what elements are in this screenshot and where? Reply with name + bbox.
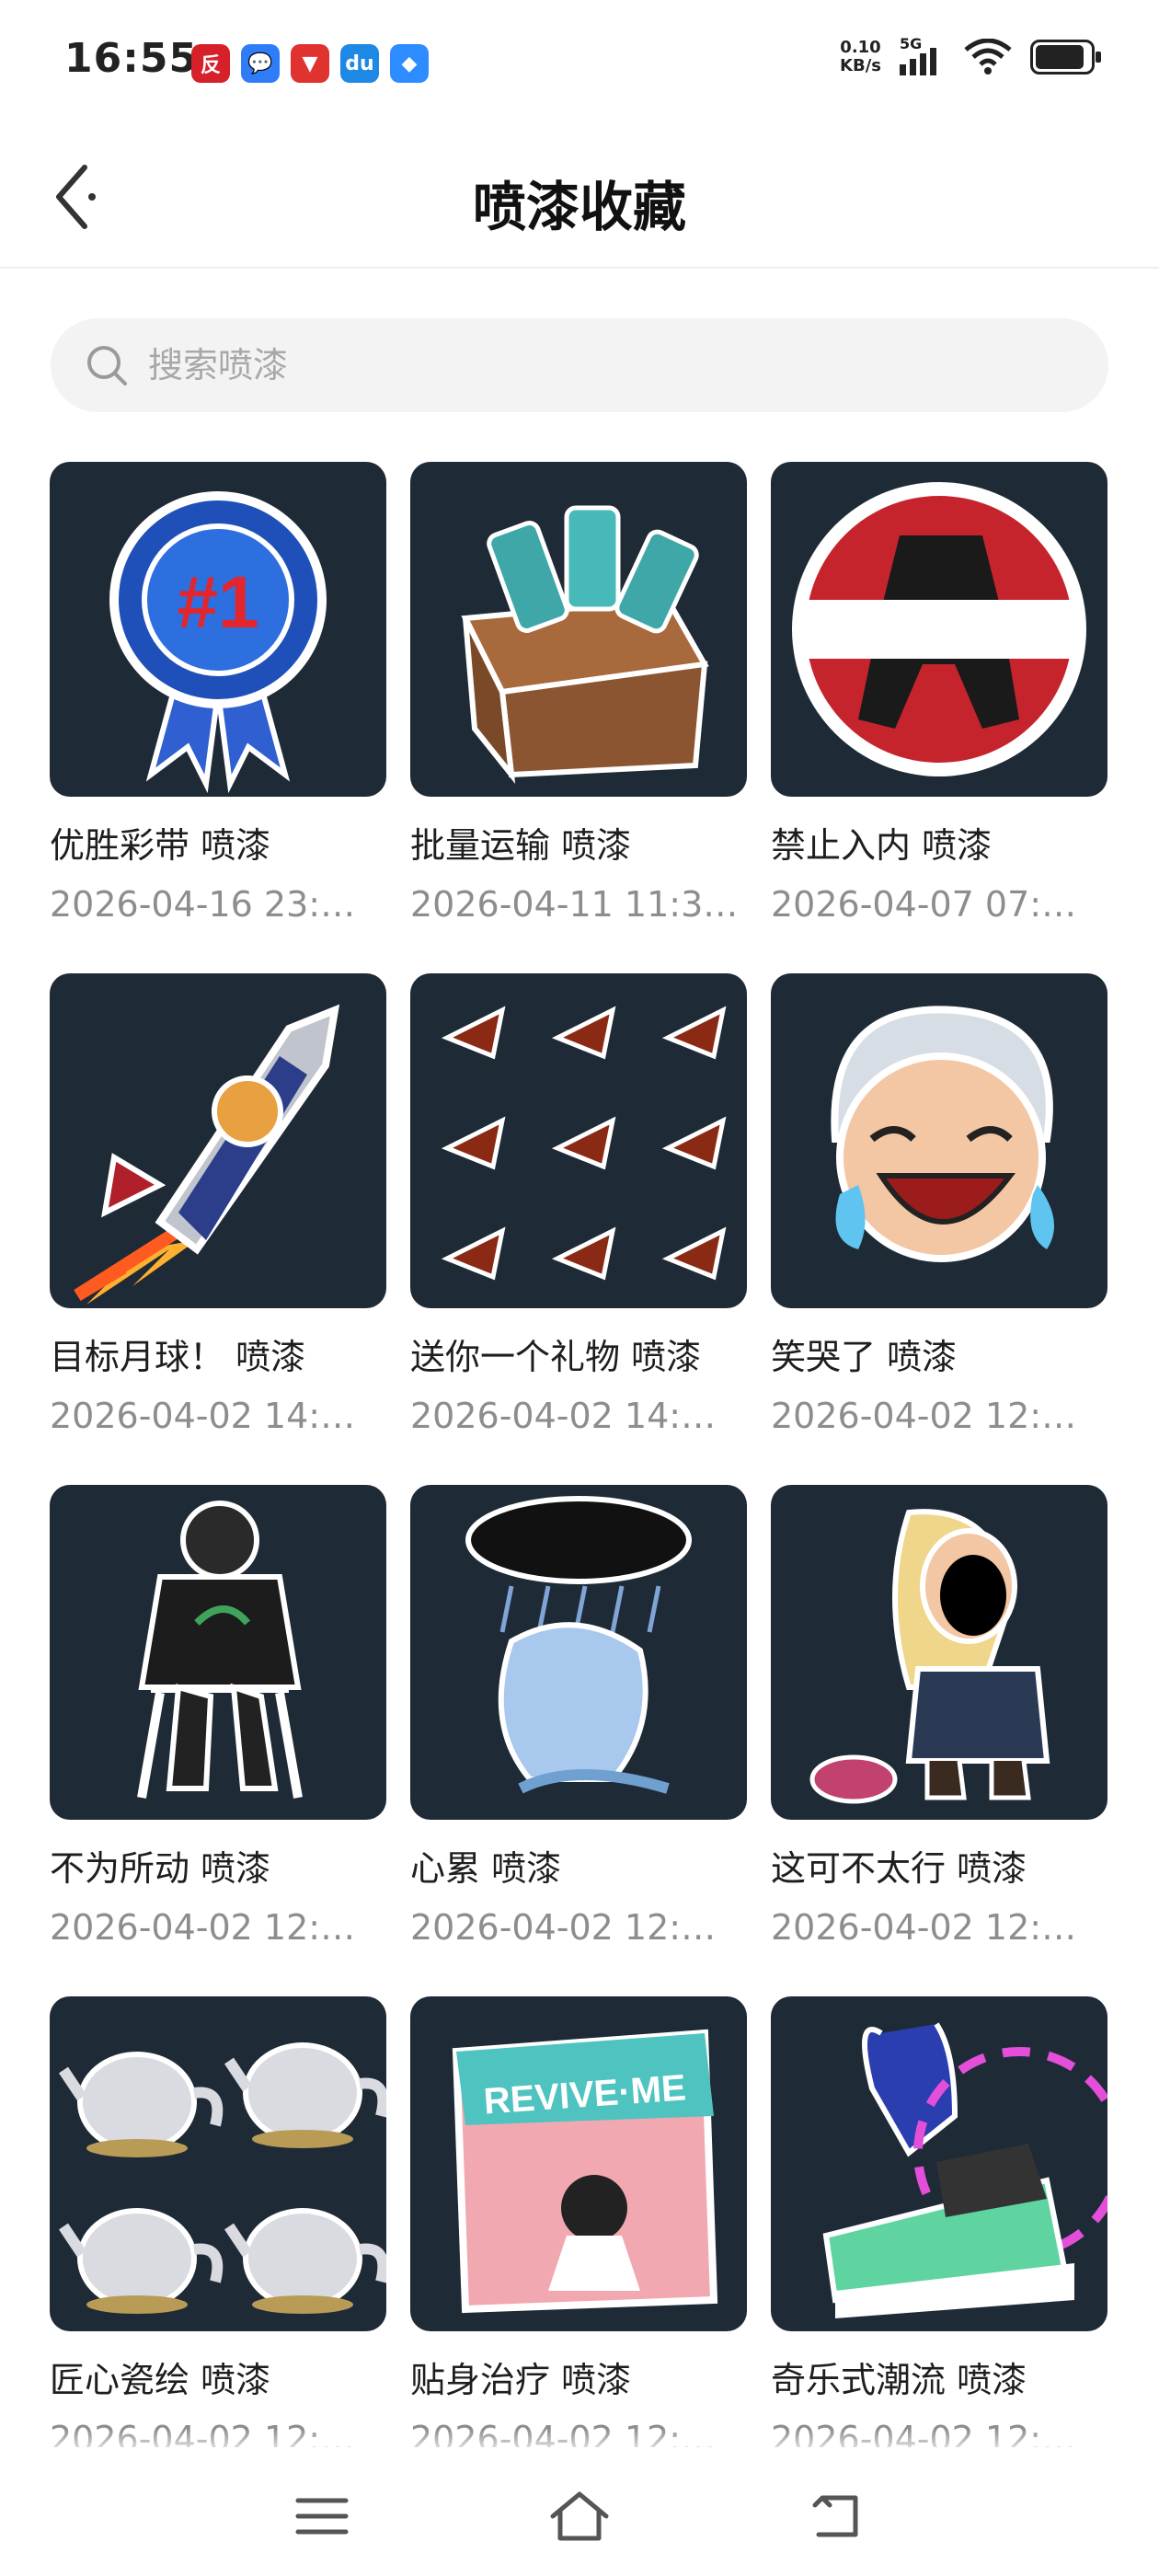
- spray-name: 心累 喷漆: [410, 1848, 562, 1889]
- laugh-cry-icon: [831, 1006, 1054, 1262]
- chat-icon: 💬: [241, 44, 280, 83]
- spray-date: 2026-04-02 12:…: [771, 1396, 1077, 1436]
- page-title: 喷漆收藏: [472, 176, 686, 238]
- screaming-spray-image[interactable]: [771, 1485, 1107, 1820]
- spray-name: 送你一个礼物 喷漆: [410, 1337, 702, 1377]
- search-input[interactable]: [146, 344, 978, 386]
- spray-date: 2026-04-02 14:…: [50, 1396, 356, 1436]
- spray-name: 禁止入内 喷漆: [771, 825, 993, 866]
- laugh-cry-spray-image[interactable]: [771, 973, 1107, 1308]
- network-speed-value: 0.10: [840, 38, 881, 57]
- blue-app-icon: ◆: [390, 44, 429, 83]
- spray-name: 不为所动 喷漆: [50, 1848, 271, 1889]
- cones-spray-image[interactable]: [410, 973, 747, 1308]
- back-icon: [812, 2495, 858, 2537]
- spray-card[interactable]: 不为所动 喷漆 2026-04-02 12:…: [50, 1485, 386, 1948]
- spray-card[interactable]: 目标月球！ 喷漆 2026-04-02 14:…: [50, 973, 386, 1436]
- network-speed: 0.10 KB/s: [840, 39, 881, 75]
- no-entry-spray-image[interactable]: [771, 462, 1107, 797]
- screaming-icon: [809, 1509, 1050, 1804]
- rocket-spray-image[interactable]: [50, 973, 386, 1308]
- header: 喷漆收藏: [0, 123, 1159, 269]
- crate-icon: [461, 505, 709, 784]
- spray-name: 批量运输 喷漆: [410, 825, 632, 866]
- rain-cloud-spray-image[interactable]: [410, 1485, 747, 1820]
- revive-me-spray-image[interactable]: REVIVE·ME: [410, 1996, 747, 2331]
- search-icon: [87, 346, 127, 385]
- spray-date: 2026-04-02 12:…: [771, 1907, 1077, 1948]
- spray-card[interactable]: 批量运输 喷漆 2026-04-11 11:3…: [410, 462, 747, 925]
- search-bar[interactable]: [51, 318, 1108, 412]
- spray-card[interactable]: 笑哭了 喷漆 2026-04-02 12:…: [771, 973, 1107, 1436]
- spray-name: 匠心瓷绘 喷漆: [50, 2360, 271, 2400]
- spray-date: 2026-04-07 07:…: [771, 884, 1077, 925]
- home-button[interactable]: [538, 2484, 621, 2548]
- spray-card[interactable]: #1 优胜彩带 喷漆 2026-04-16 23:…: [50, 462, 386, 925]
- menu-button[interactable]: [281, 2484, 363, 2548]
- spray-card[interactable]: 禁止入内 喷漆 2026-04-07 07:…: [771, 462, 1107, 925]
- back-nav-button[interactable]: [796, 2484, 878, 2548]
- status-bar: 16:55 反 💬 ▼ du ◆ 0.10 KB/s 5G: [0, 0, 1159, 123]
- sneakers-icon: [822, 2022, 1107, 2318]
- video-app-icon: ▼: [291, 44, 329, 83]
- cones-icon: [441, 1006, 727, 1281]
- spray-name: 贴身治疗 喷漆: [410, 2360, 632, 2400]
- spray-date: 2026-04-11 11:3…: [410, 884, 739, 925]
- seated-spray-image[interactable]: [50, 1485, 386, 1820]
- network-type: 5G: [900, 35, 923, 52]
- spray-date: 2026-04-02 12:…: [50, 1907, 356, 1948]
- seated-icon: [137, 1501, 303, 1799]
- signal-icon: 5G: [900, 35, 946, 75]
- no-entry-icon: [792, 482, 1086, 776]
- spray-name: 奇乐式潮流 喷漆: [771, 2360, 1027, 2400]
- teapots-icon: [59, 2042, 386, 2314]
- spray-date: 2026-04-16 23:…: [50, 884, 356, 925]
- spray-name: 优胜彩带 喷漆: [50, 825, 271, 866]
- spray-card[interactable]: 奇乐式潮流 喷漆2026-04-02 12:…: [771, 1996, 1107, 2459]
- spray-date: 2026-04-02 12:…: [410, 1907, 717, 1948]
- notification-icons: 反 💬 ▼ du ◆: [191, 44, 429, 83]
- spray-date: 2026-04-02 14:…: [410, 1396, 717, 1436]
- system-nav-bar: [0, 2447, 1159, 2576]
- teapots-spray-image[interactable]: [50, 1996, 386, 2331]
- spray-name: 目标月球！ 喷漆: [50, 1337, 306, 1377]
- wifi-icon: [964, 39, 1012, 75]
- spray-card[interactable]: 送你一个礼物 喷漆 2026-04-02 14:…: [410, 973, 747, 1436]
- svg-text:#1: #1: [178, 561, 259, 643]
- home-icon: [550, 2491, 609, 2541]
- spray-name: 笑哭了 喷漆: [771, 1337, 958, 1377]
- ribbon-spray-image[interactable]: #1: [50, 462, 386, 797]
- ribbon-icon: #1: [109, 491, 327, 794]
- status-indicators: 0.10 KB/s 5G: [840, 35, 1101, 75]
- rocket-icon: [74, 1004, 340, 1305]
- rain-cloud-icon: [465, 1496, 692, 1794]
- spray-name: 这可不太行 喷漆: [771, 1848, 1027, 1889]
- spray-card[interactable]: 匠心瓷绘 喷漆2026-04-02 12:…: [50, 1996, 386, 2459]
- revive-me-icon: REVIVE·ME: [452, 2029, 718, 2314]
- du-app-icon: du: [340, 44, 379, 83]
- app-icon-1: 反: [191, 44, 230, 83]
- menu-icon: [295, 2498, 349, 2535]
- crate-spray-image[interactable]: [410, 462, 747, 797]
- status-time: 16:55: [64, 35, 199, 82]
- battery-icon: [1030, 40, 1101, 75]
- network-speed-unit: KB/s: [840, 56, 881, 75]
- spray-card[interactable]: 这可不太行 喷漆 2026-04-02 12:…: [771, 1485, 1107, 1948]
- sneakers-spray-image[interactable]: [771, 1996, 1107, 2331]
- spray-card[interactable]: REVIVE·ME 贴身治疗 喷漆2026-04-02 12:…: [410, 1996, 747, 2459]
- spray-card[interactable]: 心累 喷漆 2026-04-02 12:…: [410, 1485, 747, 1948]
